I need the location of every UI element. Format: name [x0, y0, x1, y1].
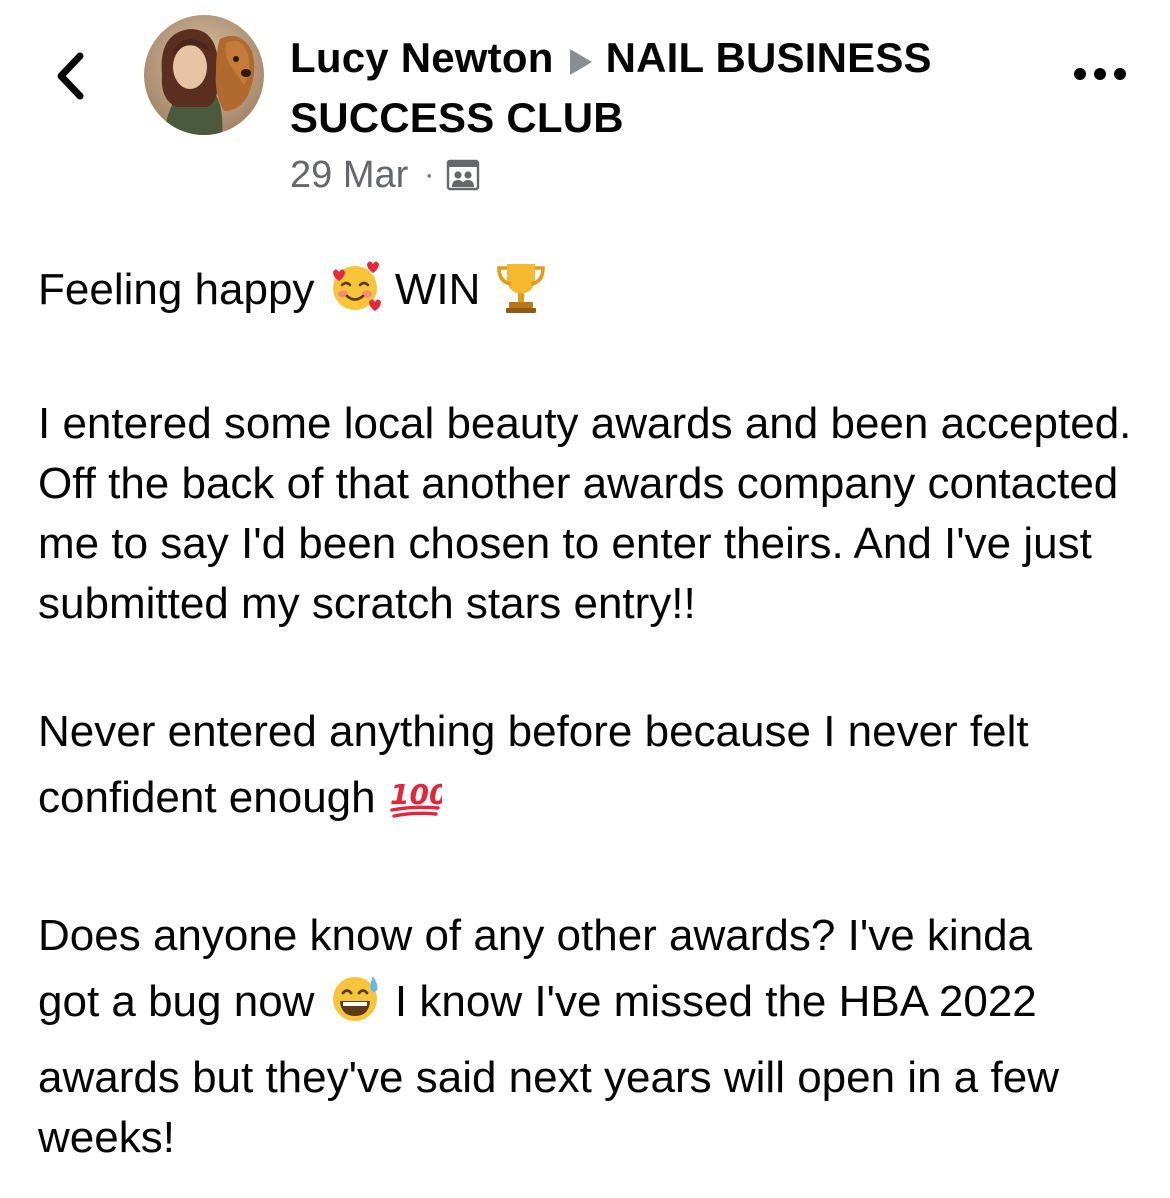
- smiling-face-with-hearts-icon: [327, 258, 383, 330]
- more-options-icon: [1074, 68, 1126, 80]
- hundred-points-icon: 100: [388, 772, 448, 844]
- post-header: Lucy Newton NAIL BUSINESS SUCCESS CLUB 29…: [0, 0, 1170, 220]
- post-title-line: Lucy Newton NAIL BUSINESS SUCCESS CLUB: [290, 28, 1010, 148]
- post-paragraph-4: Does anyone know of any other awards? I'…: [38, 911, 1059, 1162]
- avatar[interactable]: [144, 15, 264, 135]
- back-button[interactable]: [48, 46, 92, 106]
- more-options-button[interactable]: [1070, 58, 1130, 90]
- group-members-icon: [447, 159, 480, 191]
- chevron-left-icon: [57, 52, 84, 100]
- grinning-sweat-icon: [327, 970, 383, 1048]
- post-date[interactable]: 29 Mar: [290, 154, 408, 197]
- post-meta: 29 Mar ·: [290, 152, 480, 198]
- post-body: Feeling happy WIN I entered some local b…: [38, 258, 1138, 1168]
- author-name[interactable]: Lucy Newton: [290, 34, 554, 81]
- meta-separator: ·: [424, 158, 435, 191]
- post-paragraph-1: Feeling happy WIN: [38, 258, 1138, 330]
- post-paragraph-2: I entered some local beauty awards and b…: [38, 399, 1132, 628]
- trophy-icon: [493, 258, 549, 330]
- shared-to-arrow-icon: [569, 49, 592, 75]
- post-paragraph-3: Never entered anything before because I …: [38, 702, 1138, 844]
